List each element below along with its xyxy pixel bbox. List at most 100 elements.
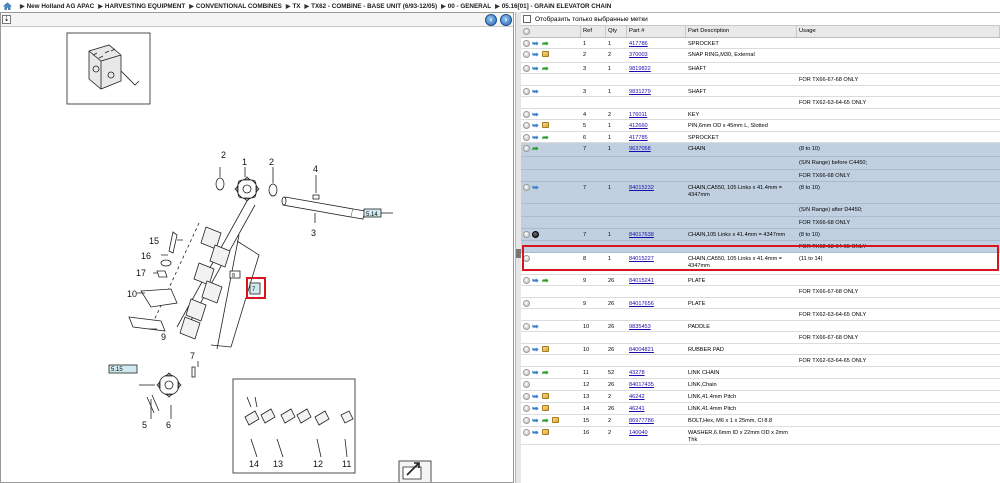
header-qty[interactable]: Qty <box>606 26 627 37</box>
table-row[interactable]: FOR TX62-63-64-65 ONLY <box>521 355 1000 367</box>
next-button[interactable]: › <box>500 14 512 26</box>
table-row[interactable]: FOR TX62-63-64-65 ONLY <box>521 97 1000 109</box>
breadcrumb-label[interactable]: TX <box>292 3 300 10</box>
info-icon[interactable] <box>523 300 530 307</box>
kit-icon[interactable] <box>542 51 549 57</box>
table-row[interactable]: (S/N Range) before C4450; <box>521 157 1000 170</box>
breadcrumb-label[interactable]: 00 - GENERAL <box>448 3 491 10</box>
replace-arrow-icon[interactable]: ➥ <box>532 323 540 331</box>
show-selected-only-checkbox[interactable] <box>523 15 531 23</box>
breadcrumb-item[interactable]: ▶ CONVENTIONAL COMBINES <box>185 3 282 10</box>
table-row[interactable]: ➦ 7 1 9637058 CHAIN (8 to 10) <box>521 143 1000 157</box>
breadcrumb-item[interactable]: ▶ HARVESTING EQUIPMENT <box>94 3 185 10</box>
part-number-link[interactable]: 46241 <box>629 406 645 412</box>
part-number-link[interactable]: 84015227 <box>629 256 654 262</box>
exploded-parts-diagram[interactable]: 1 2 2 3 4 5 6 7 8 9 10 11 12 13 14 15 16… <box>1 27 514 483</box>
table-row[interactable]: FOR TX66-67-68 ONLY <box>521 332 1000 344</box>
table-row[interactable]: ➥ 10 26 9835453 PADDLE <box>521 321 1000 332</box>
cross-reference-icon[interactable]: ➦ <box>542 277 550 285</box>
table-row[interactable]: (S/N Range) after D4450; <box>521 204 1000 217</box>
part-number-link[interactable]: 417785 <box>629 135 648 141</box>
cross-reference-icon[interactable]: ➦ <box>542 369 550 377</box>
table-row[interactable]: ➥ 14 26 46241 LINK,41.4mm Pitch <box>521 403 1000 415</box>
breadcrumb-item[interactable]: ▶ 05.16[01] - GRAIN ELEVATOR CHAIN <box>491 3 611 10</box>
table-row[interactable]: ➥ ➦ 3 1 9819822 SHAFT <box>521 63 1000 74</box>
info-icon[interactable] <box>523 88 530 95</box>
info-icon[interactable] <box>523 393 530 400</box>
replace-arrow-icon[interactable]: ➥ <box>532 40 540 48</box>
info-icon[interactable] <box>523 381 530 388</box>
header-ref[interactable]: Ref <box>581 26 606 37</box>
table-row[interactable]: ➥ 4 2 176011 KEY <box>521 109 1000 120</box>
part-number-link[interactable]: 84004821 <box>629 347 654 353</box>
breadcrumb-label[interactable]: New Holland AG APAC <box>27 3 95 10</box>
info-icon[interactable] <box>523 111 530 118</box>
part-number-link[interactable]: 84015241 <box>629 278 654 284</box>
info-icon[interactable] <box>523 145 530 152</box>
table-row[interactable]: ➥ ➦ 11 52 43278 LINK CHAIN <box>521 367 1000 379</box>
info-icon[interactable] <box>523 40 530 47</box>
replace-arrow-icon[interactable]: ➥ <box>532 369 540 377</box>
table-row[interactable]: 9 26 84017656 PLATE <box>521 298 1000 309</box>
info-icon[interactable] <box>523 134 530 141</box>
breadcrumb-label[interactable]: CONVENTIONAL COMBINES <box>196 3 282 10</box>
table-row[interactable]: FOR TX66-68 ONLY <box>521 217 1000 229</box>
alternate-icon[interactable] <box>532 231 539 238</box>
header-description[interactable]: Part Description <box>686 26 797 37</box>
part-number-link[interactable]: 84015232 <box>629 185 654 191</box>
table-row[interactable]: ➥ 7 1 84015232 CHAIN,CA550, 105 Links x 41.4… <box>521 182 1000 204</box>
replace-arrow-icon[interactable]: ➥ <box>532 393 540 401</box>
info-icon[interactable] <box>523 65 530 72</box>
replace-arrow-icon[interactable]: ➥ <box>532 65 540 73</box>
table-row[interactable]: FOR TX62-63-64-65 ONLY <box>521 241 1000 253</box>
replace-arrow-icon[interactable]: ➥ <box>532 417 540 425</box>
info-icon[interactable] <box>523 231 530 238</box>
info-icon[interactable] <box>523 323 530 330</box>
cross-reference-icon[interactable]: ➦ <box>532 145 540 153</box>
table-row[interactable]: ➥ 2 2 370003 SNAP RING,M30, External <box>521 49 1000 63</box>
replace-arrow-icon[interactable]: ➥ <box>532 122 540 130</box>
part-number-link[interactable]: 9637058 <box>629 146 651 152</box>
table-row[interactable]: ➥ ➦ 1 1 417786 SPROCKET <box>521 38 1000 49</box>
header-part[interactable]: Part # <box>627 26 686 37</box>
collapse-toggle[interactable]: ⇣ <box>2 15 11 24</box>
table-row[interactable]: ➥ ➦ 6 1 417785 SPROCKET <box>521 132 1000 143</box>
breadcrumb-item[interactable]: ▶ 00 - GENERAL <box>437 3 491 10</box>
table-row[interactable]: 12 26 84017435 LINK,Chain <box>521 379 1000 391</box>
table-row[interactable]: FOR TX66-67-68 ONLY <box>521 286 1000 298</box>
replace-arrow-icon[interactable]: ➥ <box>532 134 540 142</box>
replace-arrow-icon[interactable]: ➥ <box>532 277 540 285</box>
table-row[interactable]: ➥ 13 2 46242 LINK,41.4mm Pitch <box>521 391 1000 403</box>
part-number-link[interactable]: 84017656 <box>629 301 654 307</box>
kit-icon[interactable] <box>542 346 549 352</box>
info-icon[interactable] <box>523 51 530 58</box>
info-icon[interactable] <box>523 369 530 376</box>
breadcrumb-item[interactable]: ▶ TX62 - COMBINE - BASE UNIT (6/93-12/05) <box>301 3 438 10</box>
part-number-link[interactable]: 417786 <box>629 41 648 47</box>
part-number-link[interactable]: 140040 <box>629 430 648 436</box>
info-icon[interactable] <box>523 405 530 412</box>
kit-icon[interactable] <box>542 429 549 435</box>
info-icon[interactable] <box>523 417 530 424</box>
table-row[interactable]: FOR TX66-68 ONLY <box>521 170 1000 182</box>
part-number-link[interactable]: 9831279 <box>629 89 651 95</box>
part-number-link[interactable]: 370003 <box>629 52 648 58</box>
replace-arrow-icon[interactable]: ➥ <box>532 346 540 354</box>
breadcrumb-label[interactable]: HARVESTING EQUIPMENT <box>105 3 185 10</box>
part-number-link[interactable]: 84017638 <box>629 232 654 238</box>
breadcrumb-item[interactable]: ▶ New Holland AG APAC <box>16 3 94 10</box>
cross-reference-icon[interactable]: ➦ <box>542 417 550 425</box>
kit-icon[interactable] <box>542 405 549 411</box>
replace-arrow-icon[interactable]: ➥ <box>532 88 540 96</box>
cross-reference-icon[interactable]: ➦ <box>542 134 550 142</box>
breadcrumb-label[interactable]: 05.16[01] - GRAIN ELEVATOR CHAIN <box>502 3 612 10</box>
info-icon[interactable] <box>523 255 530 262</box>
cross-reference-icon[interactable]: ➦ <box>542 65 550 73</box>
part-number-link[interactable]: 176011 <box>629 112 647 118</box>
table-row[interactable]: ➥ ➦ 9 26 84015241 PLATE <box>521 275 1000 286</box>
table-row[interactable]: FOR TX62-63-64-65 ONLY <box>521 309 1000 321</box>
replace-arrow-icon[interactable]: ➥ <box>532 184 540 192</box>
header-usage[interactable]: Usage <box>797 26 1000 37</box>
table-row[interactable]: ➥ ➦ 15 2 86977786 BOLT,Hex, M6 x 1 x 25mm, Cl… <box>521 415 1000 427</box>
table-row[interactable]: ➥ 5 1 412660 PIN,6mm OD x 45mm L, Slotted <box>521 120 1000 132</box>
